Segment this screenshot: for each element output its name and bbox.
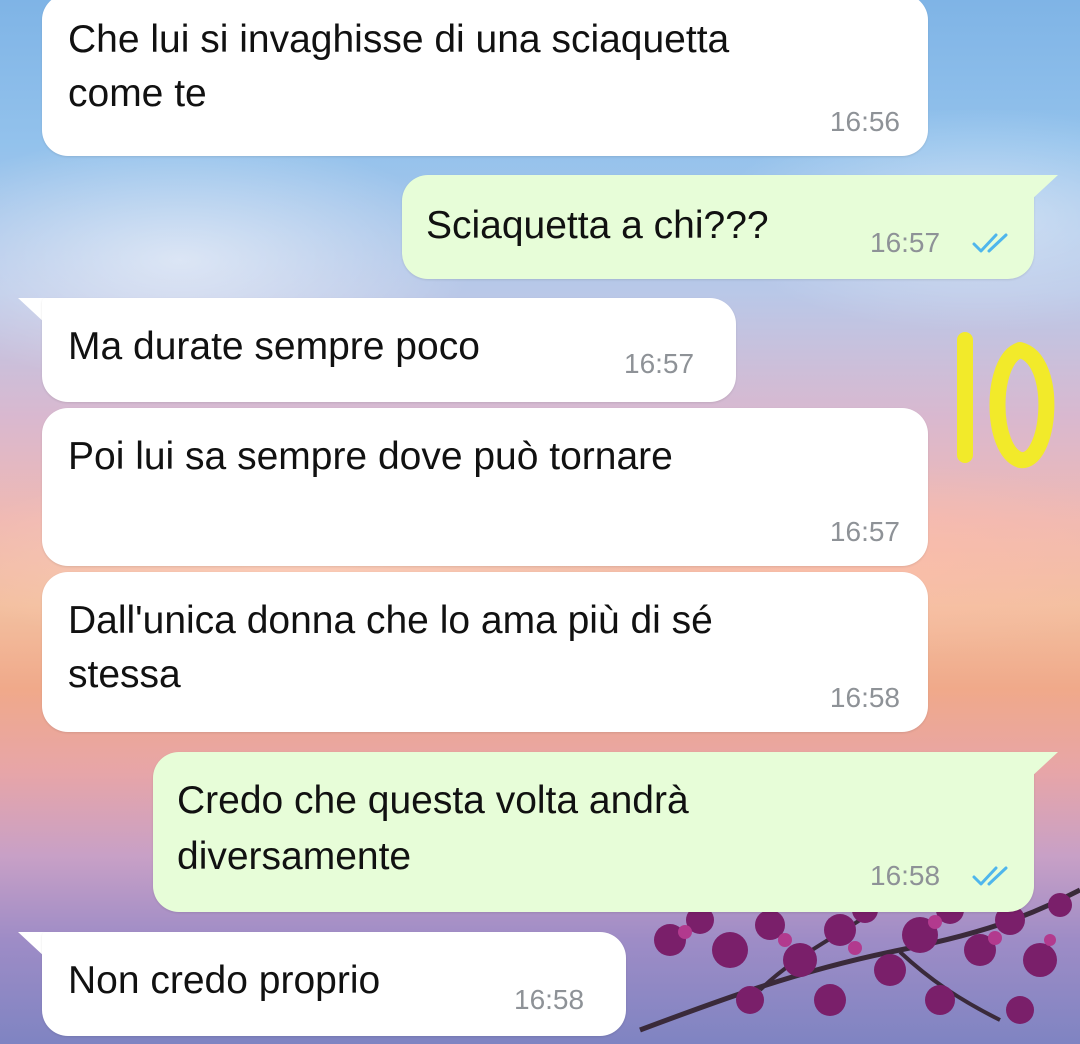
message-text: Credo che questa volta andrà — [177, 779, 689, 822]
bubble-tail — [1030, 175, 1058, 201]
message-bubble-outgoing[interactable]: Credo che questa volta andrà diversament… — [153, 752, 1034, 912]
message-bubble-incoming[interactable]: Dall'unica donna che lo ama più di sé st… — [42, 572, 928, 732]
message-timestamp: 16:58 — [514, 984, 585, 1015]
message-text: Dall'unica donna che lo ama più di sé — [68, 599, 713, 642]
message-text: diversamente — [177, 835, 412, 878]
message-timestamp: 16:57 — [624, 348, 695, 379]
message-text: come te — [68, 72, 207, 115]
bubble-tail — [1030, 752, 1058, 778]
message-bubble-outgoing[interactable]: Sciaquetta a chi??? 16:57 — [402, 175, 1034, 279]
message-bubble-incoming[interactable]: Ma durate sempre poco 16:57 — [42, 298, 736, 402]
message-timestamp: 16:58 — [870, 860, 941, 891]
message-text: Sciaquetta a chi??? — [426, 204, 769, 247]
message-timestamp: 16:56 — [829, 106, 900, 137]
double-check-icon — [972, 866, 1008, 886]
message-text: stessa — [68, 653, 181, 696]
message-timestamp: 16:57 — [870, 227, 941, 258]
message-text: Che lui si invaghisse di una sciaquetta — [68, 18, 730, 61]
message-text: Ma durate sempre poco — [68, 325, 480, 368]
handwritten-annotation — [957, 332, 1055, 468]
message-timestamp: 16:58 — [829, 682, 900, 713]
double-check-icon — [972, 233, 1008, 253]
message-bubble-incoming[interactable]: Che lui si invaghisse di una sciaquetta … — [42, 0, 928, 156]
message-text: Non credo proprio — [68, 959, 381, 1002]
message-bubble-incoming[interactable]: Non credo proprio 16:58 — [42, 932, 626, 1036]
message-text: Poi lui sa sempre dove può tornare — [68, 435, 673, 478]
message-bubble-incoming[interactable]: Poi lui sa sempre dove può tornare 16:57 — [42, 408, 928, 566]
message-timestamp: 16:57 — [829, 516, 900, 547]
